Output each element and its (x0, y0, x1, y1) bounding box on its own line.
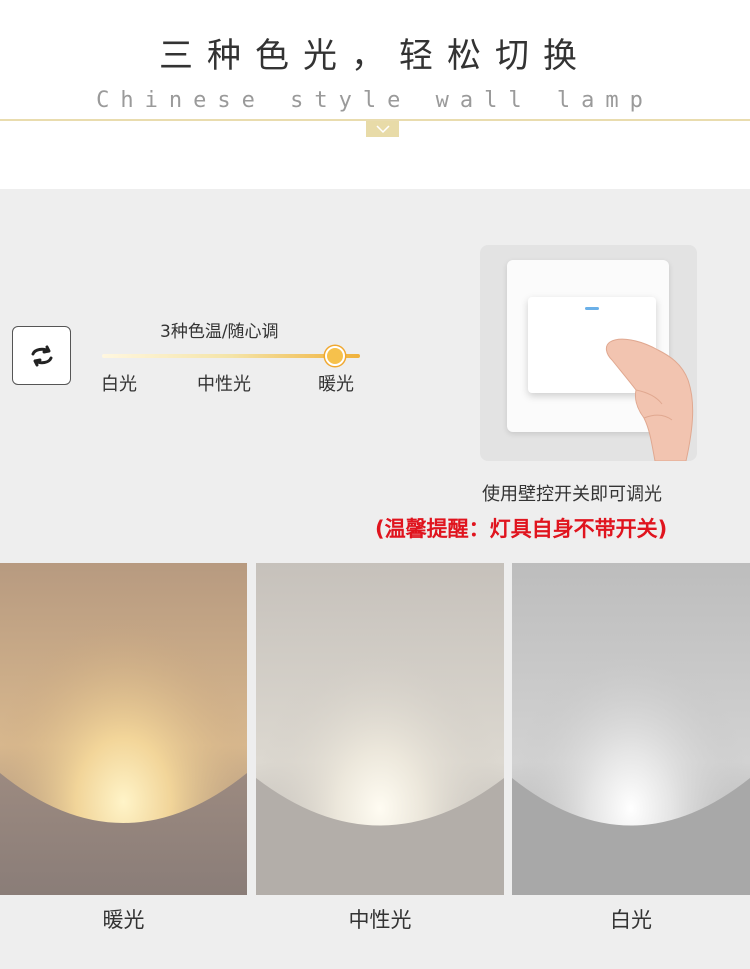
chevron-down-icon (375, 124, 390, 133)
switch-caption: 使用壁控开关即可调光 (482, 484, 662, 505)
page-title: 三种色光，轻松切换 (159, 36, 591, 76)
temperature-label: 3种色温/随心调 (160, 322, 279, 342)
swap-arrows-icon (31, 345, 52, 366)
warm-light-image (0, 563, 247, 895)
warning-note: (温馨提醒：灯具自身不带开关) (375, 517, 668, 541)
temperature-option-neutral: 中性光 (197, 374, 251, 395)
white-light-image (512, 563, 750, 895)
neutral-light-image (256, 563, 504, 895)
warm-light-label: 暖光 (102, 908, 145, 932)
page-subtitle: Chinese style wall lamp (96, 88, 654, 113)
white-light-label: 白光 (610, 908, 652, 932)
header: 三种色光，轻松切换 Chinese style wall lamp (0, 0, 750, 189)
hand-image (605, 338, 694, 461)
neutral-light-label: 中性光 (348, 908, 412, 932)
temperature-option-white: 白光 (101, 374, 137, 395)
temperature-slider-track[interactable] (102, 354, 360, 358)
scroll-down-tab[interactable] (366, 121, 399, 137)
temperature-slider-knob[interactable] (325, 346, 345, 366)
temperature-option-warm: 暖光 (318, 374, 354, 395)
switch-indicator-led (585, 307, 599, 310)
swap-button[interactable] (12, 326, 71, 385)
wall-switch-image (480, 245, 697, 461)
